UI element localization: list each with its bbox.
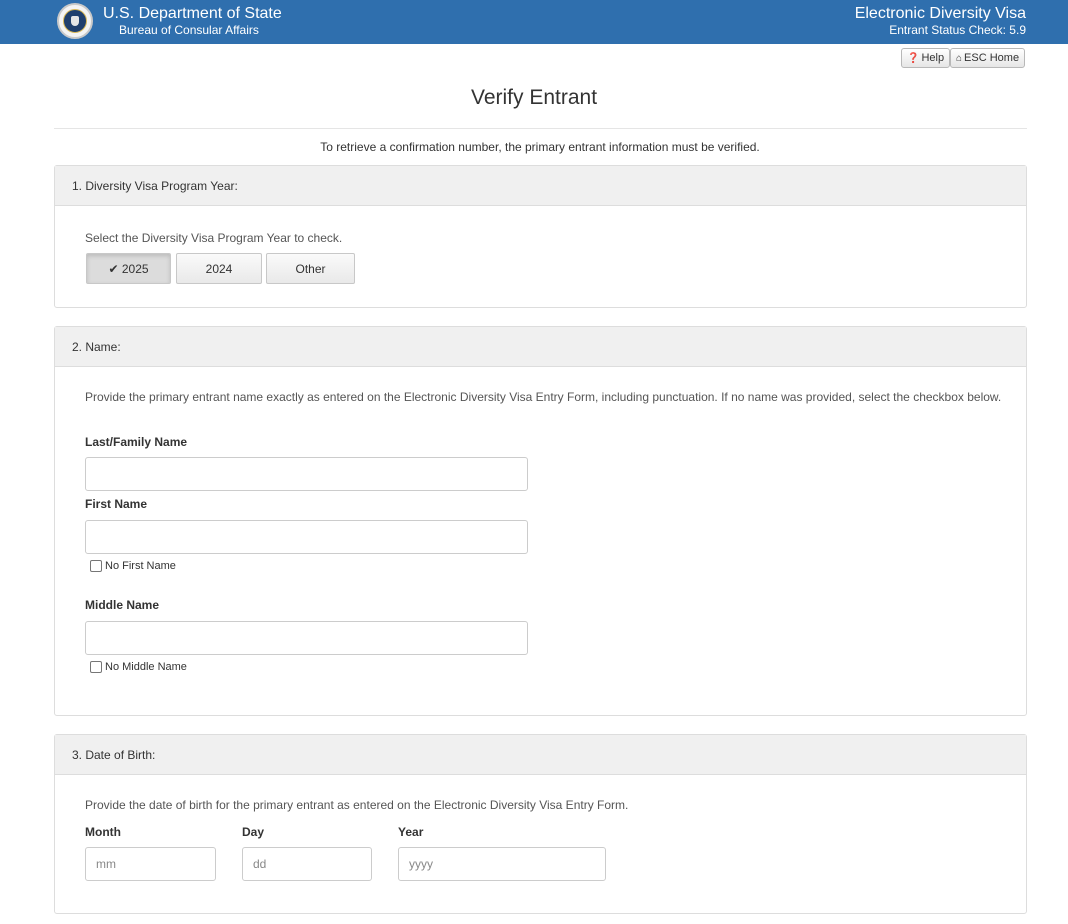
help-button[interactable]: ❓ Help — [901, 48, 951, 68]
middle-name-input[interactable] — [85, 621, 528, 655]
middle-name-label: Middle Name — [85, 598, 160, 612]
department-seal-icon — [57, 3, 93, 39]
name-help: Provide the primary entrant name exactly… — [85, 390, 1002, 404]
day-input[interactable] — [242, 847, 372, 881]
year-option-other[interactable]: Other — [266, 253, 355, 284]
home-icon: ⌂ — [956, 53, 963, 64]
first-name-label: First Name — [85, 497, 148, 511]
month-label: Month — [85, 825, 121, 839]
program-year-heading: 1. Diversity Visa Program Year: — [55, 166, 1026, 206]
date-of-birth-help: Provide the date of birth for the primar… — [85, 798, 629, 812]
program-year-help: Select the Diversity Visa Program Year t… — [85, 231, 343, 245]
year-option-2025-label: 2025 — [121, 262, 149, 276]
no-first-name-label: No First Name — [105, 560, 176, 572]
year-input[interactable] — [398, 847, 606, 881]
help-button-label: Help — [921, 52, 945, 64]
year-option-2024-label: 2024 — [205, 262, 233, 276]
no-first-name-checkbox-box[interactable] — [90, 560, 102, 572]
year-option-2025[interactable]: ✔ 2025 — [86, 253, 171, 284]
no-middle-name-checkbox-box[interactable] — [90, 661, 102, 673]
no-first-name-checkbox[interactable]: No First Name — [90, 560, 176, 572]
app-title: Electronic Diversity Visa — [854, 5, 1026, 22]
no-middle-name-label: No Middle Name — [105, 661, 187, 673]
no-middle-name-checkbox[interactable]: No Middle Name — [90, 661, 187, 673]
page-title: Verify Entrant — [470, 86, 598, 109]
date-of-birth-heading: 3. Date of Birth: — [55, 735, 1026, 775]
agency-subtitle: Bureau of Consular Affairs — [119, 23, 259, 37]
intro-text: To retrieve a confirmation number, the p… — [320, 140, 760, 154]
first-name-input[interactable] — [85, 520, 528, 554]
year-label: Year — [398, 825, 424, 839]
date-of-birth-panel: 3. Date of Birth: Provide the date of bi… — [54, 734, 1027, 914]
app-block: Electronic Diversity Visa Entrant Status… — [855, 5, 1026, 38]
app-subtitle: Entrant Status Check: 5.9 — [889, 23, 1026, 37]
name-panel: 2. Name: Provide the primary entrant nam… — [54, 326, 1027, 716]
month-input[interactable] — [85, 847, 216, 881]
question-circle-icon: ❓ — [907, 53, 920, 64]
esc-home-button[interactable]: ⌂ ESC Home — [950, 48, 1026, 68]
day-label: Day — [242, 825, 265, 839]
esc-home-button-label: ESC Home — [964, 52, 1020, 64]
name-heading: 2. Name: — [55, 327, 1026, 367]
agency-block: U.S. Department of State Bureau of Consu… — [103, 5, 282, 38]
site-header: U.S. Department of State Bureau of Consu… — [0, 0, 1068, 44]
year-option-other-label: Other — [295, 262, 326, 276]
program-year-panel: 1. Diversity Visa Program Year: Select t… — [54, 165, 1027, 308]
last-name-input[interactable] — [85, 457, 528, 491]
checkmark-icon: ✔ — [108, 262, 119, 276]
year-option-2024[interactable]: 2024 — [176, 253, 262, 284]
divider — [54, 128, 1027, 129]
last-name-label: Last/Family Name — [85, 435, 188, 449]
agency-title: U.S. Department of State — [103, 5, 282, 22]
